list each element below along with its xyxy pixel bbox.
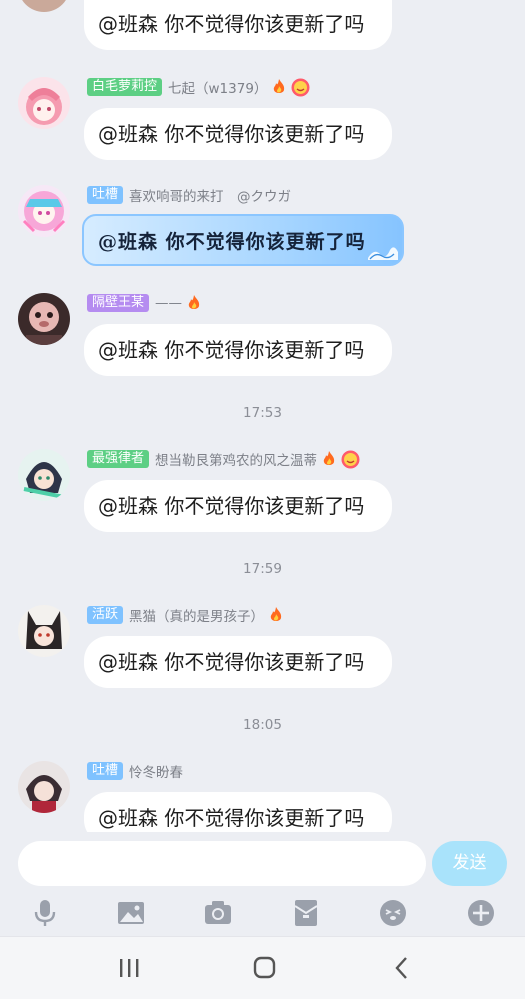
message-meta: 活跃 黑猫（真的是男孩子） bbox=[87, 605, 284, 625]
timestamp: 18:05 bbox=[243, 717, 282, 733]
title-badge: 吐槽 bbox=[87, 186, 124, 204]
message-text: @班森 你不觉得你该更新了吗 bbox=[98, 12, 365, 36]
title-badge: 隔壁王某 bbox=[87, 294, 150, 312]
nickname[interactable]: 喜欢响哥的来打 @クウガ bbox=[129, 185, 291, 205]
timestamp: 17:53 bbox=[243, 405, 282, 421]
emoji-badge-icon bbox=[291, 78, 310, 96]
camera-icon[interactable] bbox=[203, 898, 233, 928]
message-bubble[interactable]: @班森 你不觉得你该更新了吗 bbox=[84, 636, 392, 688]
message-bubble[interactable]: @班森 你不觉得你该更新了吗 bbox=[84, 324, 392, 376]
message-text: @班森 你不觉得你该更新了吗 bbox=[98, 231, 366, 253]
emoji-badge-icon bbox=[341, 450, 360, 468]
chat-area[interactable]: @班森 你不觉得你该更新了吗 白毛萝莉控 七起（w1379） @班森 你不觉得你… bbox=[0, 0, 525, 832]
nickname[interactable]: 黑猫（真的是男孩子） bbox=[129, 605, 264, 625]
message-meta: 白毛萝莉控 七起（w1379） bbox=[87, 77, 310, 97]
input-toolbar bbox=[0, 894, 525, 936]
message-meta: 吐槽 怜冬盼春 bbox=[87, 761, 183, 781]
message-text: @班森 你不觉得你该更新了吗 bbox=[98, 650, 365, 674]
message-bubble[interactable]: @班森 你不觉得你该更新了吗 bbox=[84, 0, 392, 50]
message-text: @班森 你不觉得你该更新了吗 bbox=[98, 806, 365, 830]
message-meta: 最强律者 想当勒艮第鸡农的风之温蒂 bbox=[87, 449, 360, 469]
nickname[interactable]: —— bbox=[155, 295, 182, 311]
avatar[interactable] bbox=[18, 761, 70, 813]
timestamp: 17:59 bbox=[243, 561, 282, 577]
message-bubble[interactable]: @班森 你不觉得你该更新了吗 bbox=[82, 214, 404, 266]
avatar[interactable] bbox=[18, 605, 70, 657]
emoji-icon[interactable] bbox=[378, 898, 408, 928]
title-badge: 最强律者 bbox=[87, 450, 150, 468]
message-text: @班森 你不觉得你该更新了吗 bbox=[98, 494, 365, 518]
avatar[interactable] bbox=[18, 293, 70, 345]
message-bubble[interactable]: @班森 你不觉得你该更新了吗 bbox=[84, 480, 392, 532]
fire-icon bbox=[274, 79, 285, 93]
title-badge: 白毛萝莉控 bbox=[87, 78, 163, 96]
microphone-icon[interactable] bbox=[30, 898, 60, 928]
message-bubble[interactable]: @班森 你不觉得你该更新了吗 bbox=[84, 792, 392, 832]
avatar[interactable] bbox=[18, 77, 70, 129]
message-meta: 隔壁王某 —— bbox=[87, 293, 202, 313]
avatar[interactable] bbox=[18, 0, 70, 12]
message-text: @班森 你不觉得你该更新了吗 bbox=[98, 122, 365, 146]
send-button[interactable]: 发送 bbox=[432, 841, 507, 886]
avatar[interactable] bbox=[18, 185, 70, 237]
nickname[interactable]: 怜冬盼春 bbox=[129, 761, 183, 781]
message-text: @班森 你不觉得你该更新了吗 bbox=[98, 338, 365, 362]
message-input[interactable] bbox=[18, 841, 426, 886]
back-icon[interactable] bbox=[388, 955, 418, 981]
title-badge: 活跃 bbox=[87, 606, 124, 624]
fire-icon bbox=[270, 607, 282, 621]
message-meta: 吐槽 喜欢响哥的来打 @クウガ bbox=[87, 185, 291, 205]
recent-apps-icon[interactable] bbox=[114, 955, 144, 981]
system-navigation-bar bbox=[0, 936, 525, 999]
home-icon[interactable] bbox=[249, 955, 279, 981]
fire-icon bbox=[188, 295, 200, 309]
input-bar: 发送 bbox=[0, 832, 525, 894]
wave-decoration-icon bbox=[368, 247, 398, 260]
avatar[interactable] bbox=[18, 449, 70, 501]
message-bubble[interactable]: @班森 你不觉得你该更新了吗 bbox=[84, 108, 392, 160]
fire-icon bbox=[323, 451, 335, 465]
image-icon[interactable] bbox=[116, 898, 146, 928]
nickname[interactable]: 想当勒艮第鸡农的风之温蒂 bbox=[155, 449, 317, 469]
title-badge: 吐槽 bbox=[87, 762, 124, 780]
plus-icon[interactable] bbox=[466, 898, 496, 928]
nickname[interactable]: 七起（w1379） bbox=[168, 77, 267, 97]
red-packet-icon[interactable] bbox=[291, 898, 321, 928]
